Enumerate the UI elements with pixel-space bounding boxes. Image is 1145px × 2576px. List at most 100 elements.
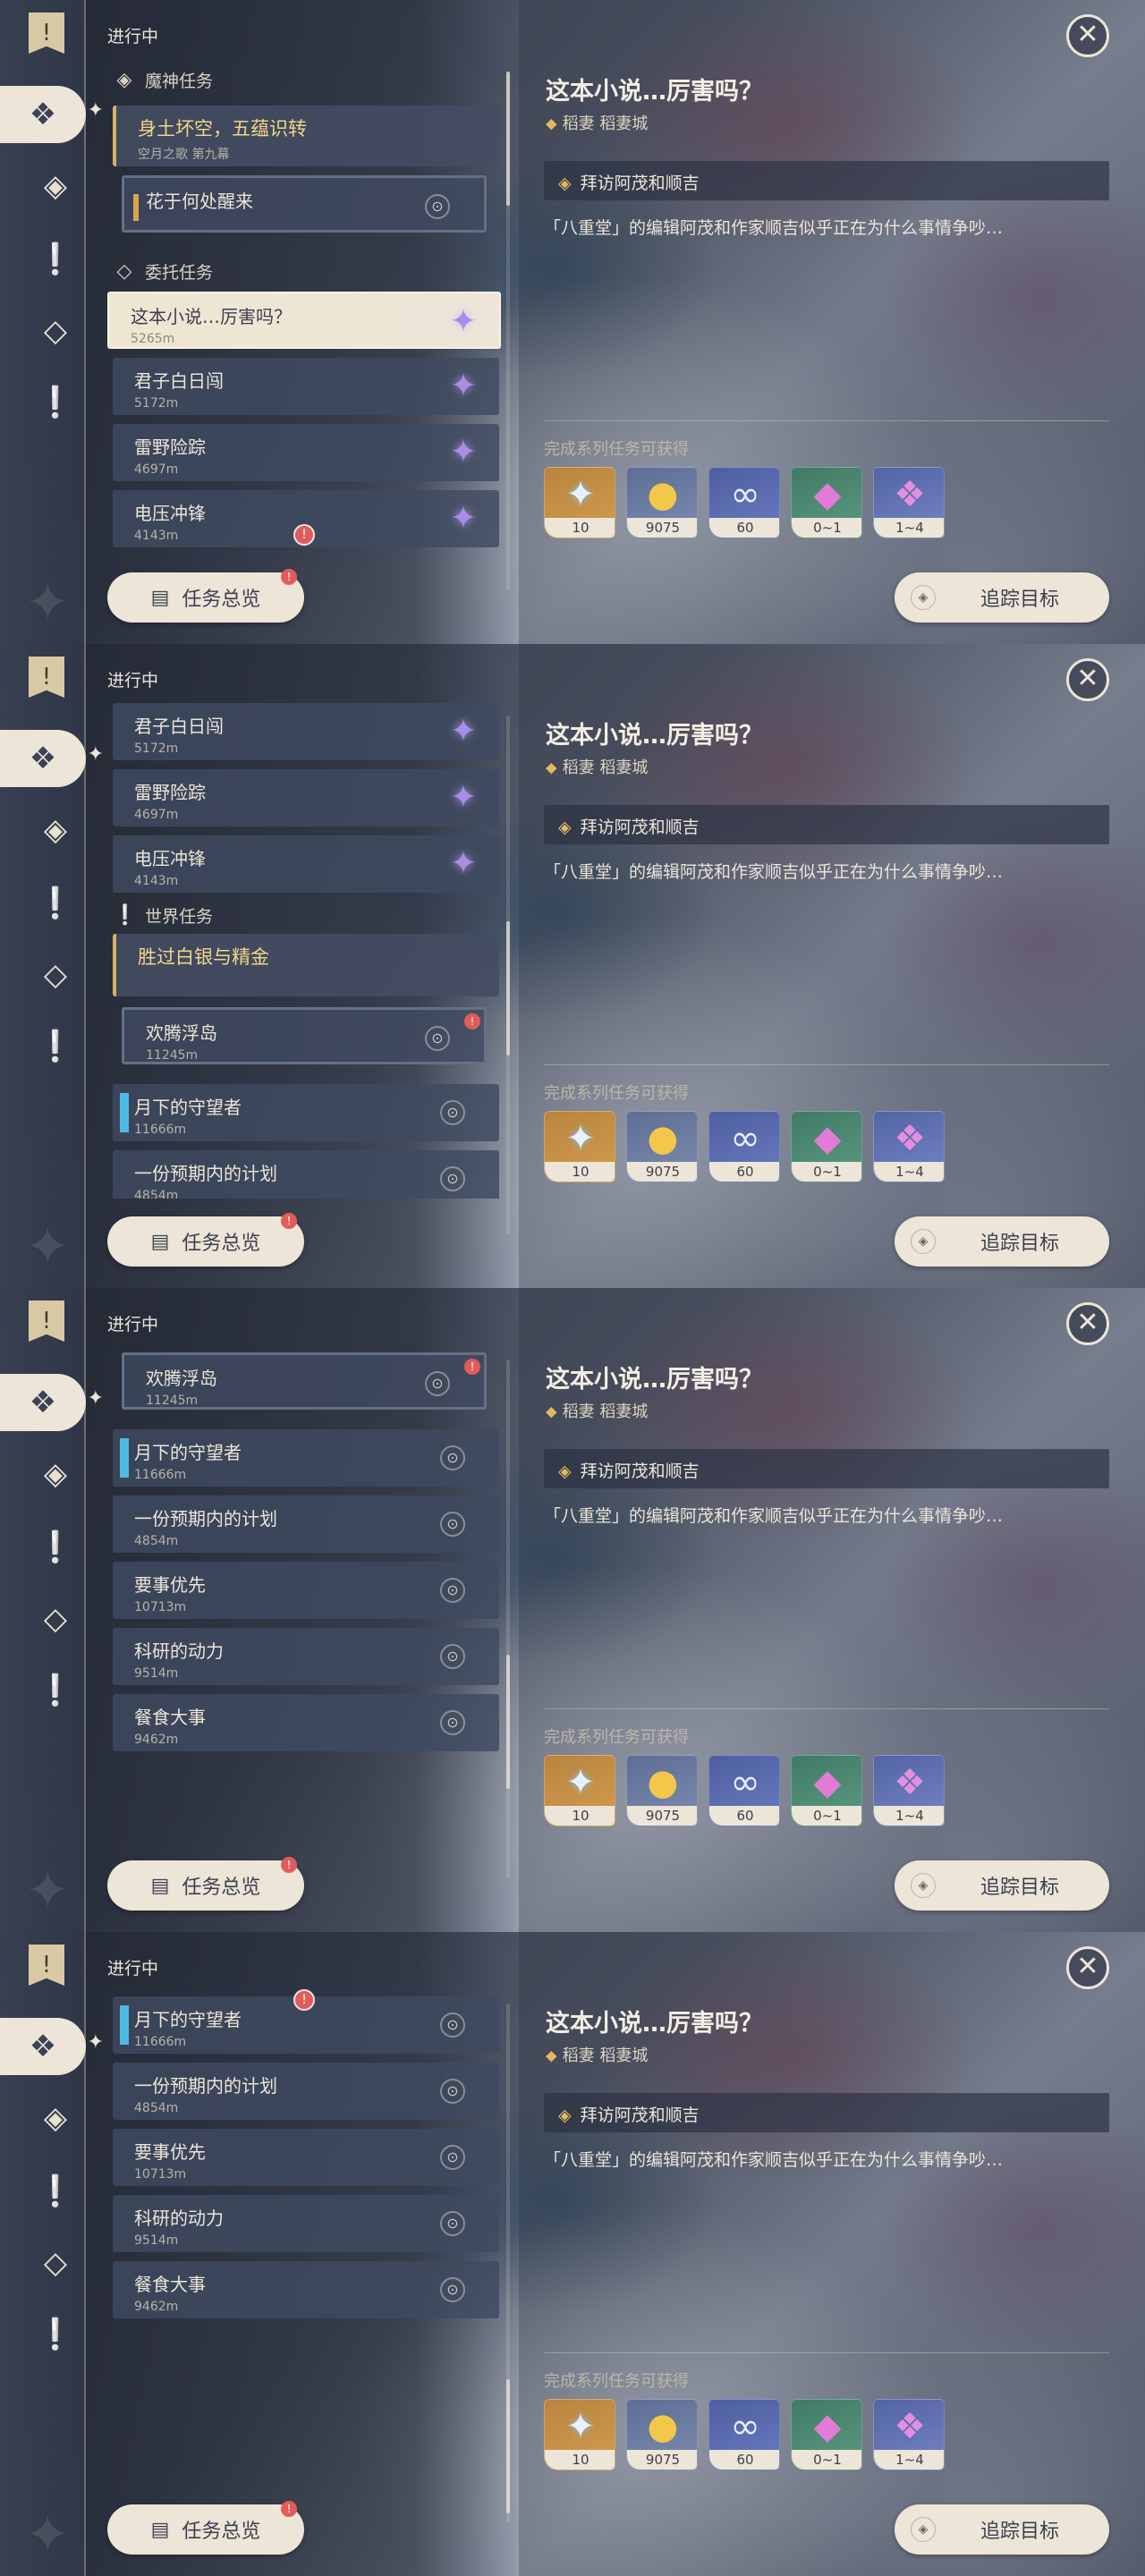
- close-button[interactable]: ✕: [1066, 1946, 1109, 1989]
- reward-crystal[interactable]: ◆ 0~1: [791, 467, 862, 538]
- quest-item[interactable]: 君子白日闯 5172m ✦: [113, 703, 499, 760]
- reward-mora[interactable]: ● 9075: [626, 467, 698, 538]
- scrollbar-thumb[interactable]: [506, 72, 510, 206]
- quest-overview-button[interactable]: ▤ 任务总览!: [107, 1857, 304, 1911]
- tab-story-quests[interactable]: ❕: [29, 877, 82, 930]
- list-scrollbar[interactable]: [506, 72, 510, 590]
- location-pin-icon[interactable]: ⊙: [440, 1578, 465, 1603]
- list-scrollbar[interactable]: [506, 716, 510, 1234]
- quest-overview-button[interactable]: ▤ 任务总览!: [107, 569, 304, 623]
- reward-primogem[interactable]: ✦ 10: [544, 2399, 615, 2470]
- quest-item[interactable]: 要事优先 10713m ⊙: [113, 2129, 499, 2186]
- tab-world-quests[interactable]: ❕: [29, 1664, 82, 1717]
- quest-item[interactable]: 花于何处醒来 ⊙: [122, 175, 487, 233]
- tab-all-quests[interactable]: ❖: [0, 86, 104, 143]
- track-target-button[interactable]: ◈ 追踪目标: [895, 1860, 1109, 1911]
- quest-group-world[interactable]: 胜过白银与精金: [113, 934, 499, 996]
- quest-list[interactable]: 君子白日闯 5172m ✦ 雷野险踪 4697m ✦ 电压冲锋 4143m ✦ …: [107, 698, 501, 1199]
- location-pin-icon[interactable]: ⊙: [440, 1512, 465, 1537]
- track-target-button[interactable]: ◈ 追踪目标: [895, 572, 1109, 623]
- reward-primogem[interactable]: ✦ 10: [544, 1755, 615, 1826]
- tab-world-quests[interactable]: ❕: [29, 1020, 82, 1073]
- quest-item[interactable]: 雷野险踪 4697m ✦: [113, 769, 499, 826]
- quest-group-archon[interactable]: 身土坏空，五蕴识转 空月之歌 第九幕: [113, 106, 499, 166]
- location-pin-icon[interactable]: ⊙: [425, 194, 450, 219]
- tab-story-quests[interactable]: ❕: [29, 1521, 82, 1574]
- reward-mora[interactable]: ● 9075: [626, 1111, 698, 1182]
- quest-list[interactable]: ◈ 魔神任务 身土坏空，五蕴识转 空月之歌 第九幕 花于何处醒来 ⊙ ◇ 委托任务 …: [107, 54, 501, 555]
- tab-world-quests[interactable]: ❕: [29, 2308, 82, 2361]
- reward-crystal-cluster[interactable]: ❖ 1~4: [873, 1755, 945, 1826]
- quest-item[interactable]: 一份预期内的计划 4854m ⊙: [113, 1496, 499, 1553]
- list-scrollbar[interactable]: [506, 2004, 510, 2522]
- tab-commission-quests[interactable]: ◇: [29, 2236, 82, 2290]
- track-target-button[interactable]: ◈ 追踪目标: [895, 1216, 1109, 1267]
- quest-list[interactable]: 月下的守望者 11666m ⊙ 一份预期内的计划 4854m ⊙ 要事优先 10…: [107, 1986, 501, 2487]
- reward-crystal[interactable]: ◆ 0~1: [791, 1111, 862, 1182]
- quest-item[interactable]: 君子白日闯 5172m ✦: [113, 358, 499, 415]
- reward-crystal-cluster[interactable]: ❖ 1~4: [873, 467, 945, 538]
- quest-item[interactable]: 月下的守望者 11666m ⊙: [113, 1084, 499, 1141]
- reward-fate[interactable]: ∞ 60: [708, 467, 780, 538]
- tab-all-quests[interactable]: ❖: [0, 730, 104, 787]
- quest-item[interactable]: 一份预期内的计划 4854m ⊙: [113, 2063, 499, 2120]
- tab-commission-quests[interactable]: ◇: [29, 304, 82, 358]
- quest-item[interactable]: 欢腾浮岛 11245m ⊙ !: [122, 1352, 487, 1410]
- location-pin-icon[interactable]: ⊙: [440, 2079, 465, 2104]
- location-pin-icon[interactable]: ⊙: [440, 1445, 465, 1470]
- tab-archon-quests[interactable]: ◈: [29, 803, 82, 857]
- quest-list[interactable]: 欢腾浮岛 11245m ⊙ ! 月下的守望者 11666m ⊙ 一份预期内的计划…: [107, 1342, 501, 1843]
- scrollbar-thumb[interactable]: [506, 921, 510, 1055]
- close-button[interactable]: ✕: [1066, 658, 1109, 701]
- quest-item[interactable]: 科研的动力 9514m ⊙: [113, 1628, 499, 1685]
- quest-item[interactable]: 月下的守望者 11666m ⊙: [113, 1429, 499, 1487]
- track-target-button[interactable]: ◈ 追踪目标: [895, 2504, 1109, 2555]
- tab-world-quests[interactable]: ❕: [29, 376, 82, 429]
- list-scrollbar[interactable]: [506, 1360, 510, 1878]
- reward-primogem[interactable]: ✦ 10: [544, 467, 615, 538]
- scrollbar-thumb[interactable]: [506, 2379, 510, 2513]
- reward-crystal-cluster[interactable]: ❖ 1~4: [873, 1111, 945, 1182]
- tab-story-quests[interactable]: ❕: [29, 2165, 82, 2218]
- scrollbar-thumb[interactable]: [506, 1655, 510, 1789]
- tab-all-quests[interactable]: ❖: [0, 2018, 104, 2075]
- quest-item[interactable]: 欢腾浮岛 11245m ⊙ !: [122, 1007, 487, 1064]
- quest-overview-button[interactable]: ▤ 任务总览!: [107, 2501, 304, 2555]
- reward-fate[interactable]: ∞ 60: [708, 1111, 780, 1182]
- quest-item[interactable]: 一份预期内的计划 4854m ⊙: [113, 1150, 499, 1199]
- location-pin-icon[interactable]: ⊙: [440, 1100, 465, 1125]
- tab-archon-quests[interactable]: ◈: [29, 159, 82, 213]
- location-pin-icon[interactable]: ⊙: [440, 1710, 465, 1735]
- close-button[interactable]: ✕: [1066, 14, 1109, 57]
- reward-crystal-cluster[interactable]: ❖ 1~4: [873, 2399, 945, 2470]
- tab-story-quests[interactable]: ❕: [29, 233, 82, 286]
- location-pin-icon[interactable]: ⊙: [425, 1371, 450, 1396]
- location-pin-icon[interactable]: ⊙: [440, 1644, 465, 1669]
- quest-item[interactable]: 餐食大事 9462m ⊙: [113, 2261, 499, 2318]
- location-pin-icon[interactable]: ⊙: [425, 1026, 450, 1051]
- tab-archon-quests[interactable]: ◈: [29, 1447, 82, 1501]
- reward-crystal[interactable]: ◆ 0~1: [791, 1755, 862, 1826]
- reward-primogem[interactable]: ✦ 10: [544, 1111, 615, 1182]
- location-pin-icon[interactable]: ⊙: [440, 1166, 465, 1191]
- quest-item-selected[interactable]: 这本小说…厉害吗？ 5265m ✦: [107, 292, 501, 349]
- quest-overview-button[interactable]: ▤ 任务总览!: [107, 1213, 304, 1267]
- location-pin-icon[interactable]: ⊙: [440, 2277, 465, 2302]
- tab-archon-quests[interactable]: ◈: [29, 2091, 82, 2145]
- tab-commission-quests[interactable]: ◇: [29, 948, 82, 1002]
- location-pin-icon[interactable]: ⊙: [440, 2211, 465, 2236]
- quest-item[interactable]: 科研的动力 9514m ⊙: [113, 2195, 499, 2252]
- tab-all-quests[interactable]: ❖: [0, 1374, 104, 1431]
- tab-commission-quests[interactable]: ◇: [29, 1592, 82, 1646]
- close-button[interactable]: ✕: [1066, 1302, 1109, 1345]
- location-pin-icon[interactable]: ⊙: [440, 2012, 465, 2038]
- quest-item[interactable]: 雷野险踪 4697m ✦: [113, 424, 499, 481]
- reward-crystal[interactable]: ◆ 0~1: [791, 2399, 862, 2470]
- reward-mora[interactable]: ● 9075: [626, 1755, 698, 1826]
- reward-mora[interactable]: ● 9075: [626, 2399, 698, 2470]
- quest-item[interactable]: 电压冲锋 4143m ✦: [113, 835, 499, 893]
- reward-fate[interactable]: ∞ 60: [708, 2399, 780, 2470]
- quest-item[interactable]: 餐食大事 9462m ⊙: [113, 1694, 499, 1751]
- quest-item[interactable]: 要事优先 10713m ⊙: [113, 1562, 499, 1619]
- location-pin-icon[interactable]: ⊙: [440, 2145, 465, 2170]
